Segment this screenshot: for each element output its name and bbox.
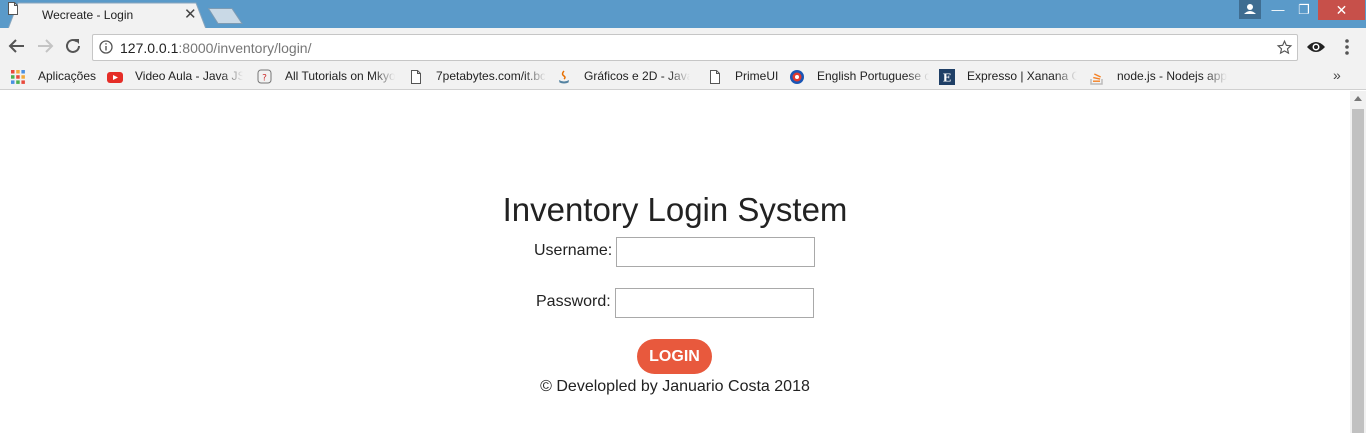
page-icon [8, 2, 18, 15]
bookmark-apps[interactable]: Aplicações [10, 68, 100, 86]
bookmark-label: Aplicações [38, 69, 97, 83]
bookmark-label: PrimeUI [735, 69, 779, 83]
reload-icon[interactable] [61, 34, 85, 58]
bookmark-star-icon[interactable] [1276, 39, 1293, 56]
expresso-icon: E [939, 69, 955, 85]
scrollbar-thumb[interactable] [1352, 109, 1364, 433]
bookmark-label: node.js - Nodejs app [1117, 69, 1227, 83]
password-input[interactable] [615, 288, 814, 318]
address-bar[interactable]: 127.0.0.1:8000/inventory/login/ [92, 34, 1298, 61]
scroll-up-arrow-icon[interactable] [1354, 96, 1362, 101]
browser-menu-icon[interactable] [1341, 38, 1353, 56]
url-text: 127.0.0.1:8000/inventory/login/ [120, 40, 311, 56]
bookmark-label: All Tutorials on Mkyong [285, 69, 395, 83]
back-arrow-icon[interactable] [5, 34, 29, 58]
mkyong-icon: ? [257, 69, 272, 84]
bookmark-label: Gráficos e 2D - Java [584, 69, 690, 83]
bookmark-primeui[interactable]: PrimeUI [707, 68, 782, 86]
minimize-button[interactable]: — [1265, 0, 1291, 20]
page-content: Inventory Login System Username: Passwor… [0, 91, 1350, 433]
username-label: Username: [534, 242, 613, 259]
bookmark-mkyong[interactable]: ? All Tutorials on Mkyong [257, 68, 395, 86]
bookmark-video-aula[interactable]: Video Aula - Java JSF [107, 68, 243, 86]
bookmarks-overflow-chevron-icon[interactable]: » [1333, 67, 1341, 83]
tab-title: Wecreate - Login [42, 8, 134, 22]
vertical-scrollbar[interactable] [1350, 91, 1366, 433]
page-title: Inventory Login System [502, 191, 848, 228]
svg-text:?: ? [262, 74, 267, 84]
login-button[interactable]: LOGIN [637, 339, 712, 374]
stackoverflow-icon [1090, 73, 1103, 85]
new-tab-button[interactable] [208, 8, 244, 24]
java-icon [559, 70, 569, 84]
password-label: Password: [536, 293, 611, 310]
info-icon[interactable] [99, 40, 113, 54]
bookmark-label: Video Aula - Java JSF [135, 69, 243, 83]
bookmark-english-portuguese[interactable]: English Portuguese c [789, 68, 929, 86]
window-close-button[interactable]: ✕ [1318, 0, 1365, 20]
profile-button[interactable] [1239, 0, 1261, 19]
browser-tab-active[interactable]: Wecreate - Login ✕ [8, 2, 208, 30]
tab-close-icon[interactable]: ✕ [184, 7, 197, 22]
dictionary-icon [790, 70, 804, 84]
footer-credit: © Developled by Januario Costa 2018 [540, 378, 810, 395]
eye-extension-icon[interactable] [1306, 39, 1326, 55]
bookmark-expresso[interactable]: E Expresso | Xanana Gu [939, 68, 1077, 86]
bookmarks-bar: Aplicações Video Aula - Java JSF ? All T… [0, 65, 1366, 90]
page-icon [411, 70, 421, 84]
bookmark-nodejs[interactable]: node.js - Nodejs app [1089, 68, 1227, 86]
restore-button[interactable]: ❐ [1291, 0, 1317, 20]
bookmark-label: English Portuguese c [817, 69, 929, 83]
bookmark-label: Expresso | Xanana Gu [967, 69, 1077, 83]
bookmark-label: 7petabytes.com/it.bc [436, 69, 545, 83]
username-input[interactable] [616, 237, 815, 267]
bookmark-7petabytes[interactable]: 7petabytes.com/it.bc [408, 68, 545, 86]
bookmark-graficos[interactable]: Gráficos e 2D - Java [556, 68, 690, 86]
page-icon [710, 70, 720, 84]
forward-arrow-icon[interactable] [33, 34, 57, 58]
browser-title-bar: Wecreate - Login ✕ — ❐ ✕ [0, 0, 1366, 30]
person-icon [1244, 4, 1256, 14]
youtube-icon [107, 72, 123, 83]
apps-grid-icon [11, 70, 25, 84]
svg-text:E: E [943, 72, 951, 85]
url-host: 127.0.0.1 [120, 40, 179, 56]
url-path: :8000/inventory/login/ [178, 40, 312, 56]
